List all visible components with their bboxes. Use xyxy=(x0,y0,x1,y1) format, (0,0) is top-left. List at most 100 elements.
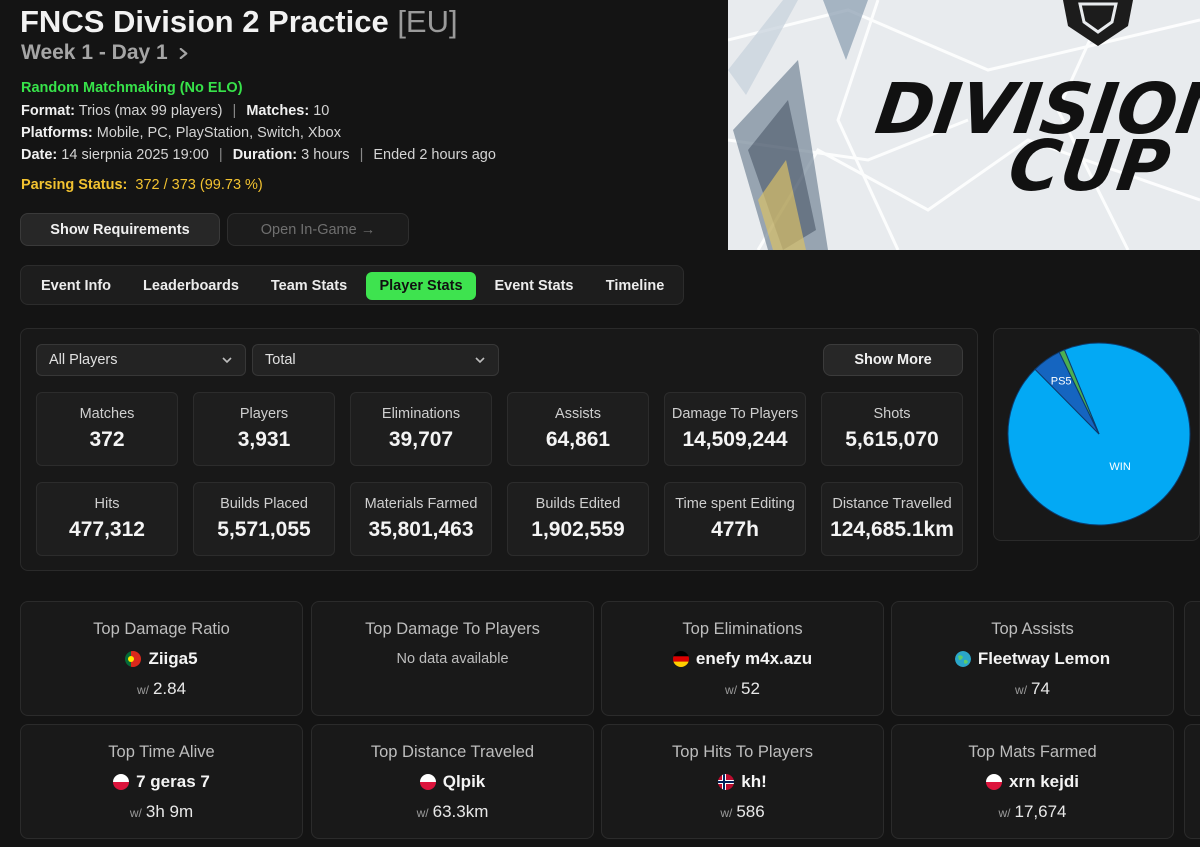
top-card-value-line: w/3h 9m xyxy=(21,802,302,822)
players-filter-select[interactable]: All Players xyxy=(36,344,246,376)
duration-label: Duration: xyxy=(232,147,298,163)
format-line: Format: Trios (max 99 players) | Matches… xyxy=(21,103,329,119)
open-in-game-button[interactable]: Open In-Game → xyxy=(227,213,409,246)
top-card-player[interactable]: enefy m4x.azu xyxy=(602,649,883,669)
event-region: [EU] xyxy=(397,4,458,39)
tab-timeline[interactable]: Timeline xyxy=(593,272,677,300)
platform-chart-panel: WIN PS5 xyxy=(993,328,1200,541)
tab-player-stats[interactable]: Player Stats xyxy=(366,272,476,300)
stat-label: Time spent Editing xyxy=(675,496,795,512)
top-card-title: Top Eliminations xyxy=(682,620,803,638)
stat-label: Materials Farmed xyxy=(364,496,478,512)
parsing-status: Parsing Status: 372 / 373 (99.73 %) xyxy=(21,177,263,193)
mode-filter-select[interactable]: Total xyxy=(252,344,499,376)
tab-event-stats[interactable]: Event Stats xyxy=(483,272,585,300)
players-filter-value: All Players xyxy=(49,352,118,368)
top-card-value: 52 xyxy=(741,679,760,698)
top-card-eliminations: Top Eliminations enefy m4x.azu w/52 xyxy=(601,601,884,716)
portugal-flag-icon xyxy=(125,651,142,667)
top-card-prefix: w/ xyxy=(725,683,738,697)
top-card-value-line: w/74 xyxy=(892,679,1173,699)
top-card-prefix: w/ xyxy=(129,806,142,820)
top-card-player-name: xrn kejdi xyxy=(1009,772,1079,791)
stat-value: 5,615,070 xyxy=(845,428,939,451)
top-card-player-name: Ziiga5 xyxy=(148,649,198,668)
stat-label: Hits xyxy=(94,496,120,512)
show-more-button[interactable]: Show More xyxy=(823,344,963,376)
stat-card-materials-farmed: Materials Farmed 35,801,463 xyxy=(350,482,492,556)
stat-label: Builds Edited xyxy=(535,496,621,512)
stat-value: 3,931 xyxy=(237,428,291,451)
chevron-down-icon xyxy=(222,357,232,364)
top-card-distance-traveled: Top Distance Traveled Qlpik w/63.3km xyxy=(311,724,594,839)
top-card-player[interactable]: xrn kejdi xyxy=(892,772,1173,792)
top-card-player[interactable]: Fleetway Lemon xyxy=(892,649,1173,669)
top-card-value-line: w/63.3km xyxy=(312,802,593,822)
top-card-value: 17,674 xyxy=(1014,802,1067,821)
platforms-value: Mobile, PC, PlayStation, Switch, Xbox xyxy=(96,125,341,141)
stat-card-shots: Shots 5,615,070 xyxy=(821,392,963,466)
matches-label: Matches: xyxy=(246,103,310,119)
stat-label: Assists xyxy=(555,406,601,422)
banner-art: DIVISION CUP xyxy=(728,0,1200,250)
tab-event-info[interactable]: Event Info xyxy=(29,272,123,300)
top-card-player[interactable]: Qlpik xyxy=(312,772,593,792)
top-card-value: 2.84 xyxy=(152,679,187,698)
tab-leaderboards[interactable]: Leaderboards xyxy=(131,272,251,300)
stat-label: Builds Placed xyxy=(220,496,308,512)
top-card-value-line: w/52 xyxy=(602,679,883,699)
top-card-hits-to-players: Top Hits To Players kh! w/586 xyxy=(601,724,884,839)
pie-label-win: WIN xyxy=(1109,461,1130,473)
date-label: Date: xyxy=(21,147,58,163)
top-card-damage-to-players: Top Damage To Players No data available xyxy=(311,601,594,716)
stat-value: 14,509,244 xyxy=(682,428,788,451)
poland-flag-icon xyxy=(113,774,130,790)
event-subtitle: Week 1 - Day 1 xyxy=(21,41,168,64)
matchmaking-label: Random Matchmaking (No ELO) xyxy=(21,80,243,96)
stat-label: Players xyxy=(239,406,289,422)
top-card-title: Top Damage To Players xyxy=(365,620,540,638)
top-card-overflow xyxy=(1184,724,1200,839)
platform-pie-chart: WIN PS5 xyxy=(1007,342,1191,526)
date-line: Date: 14 sierpnia 2025 19:00 | Duration:… xyxy=(21,147,496,163)
top-card-player-name: Qlpik xyxy=(442,772,486,791)
top-card-value: 3h 9m xyxy=(145,802,194,821)
germany-flag-icon xyxy=(672,651,689,667)
top-card-value: 586 xyxy=(736,802,765,821)
top-card-time-alive: Top Time Alive 7 geras 7 w/3h 9m xyxy=(20,724,303,839)
norway-flag-icon xyxy=(718,774,735,790)
stat-label: Eliminations xyxy=(381,406,461,422)
top-card-prefix: w/ xyxy=(136,683,149,697)
date-value: 14 sierpnia 2025 19:00 xyxy=(61,147,209,163)
stat-label: Distance Travelled xyxy=(832,496,952,512)
top-card-player[interactable]: Ziiga5 xyxy=(21,649,302,669)
matches-value: 10 xyxy=(313,103,330,119)
top-card-mats-farmed: Top Mats Farmed xrn kejdi w/17,674 xyxy=(891,724,1174,839)
top-card-prefix: w/ xyxy=(998,806,1011,820)
platforms-label: Platforms: xyxy=(21,125,93,141)
separator: | xyxy=(218,147,223,163)
top-card-player[interactable]: kh! xyxy=(602,772,883,792)
top-card-player[interactable]: 7 geras 7 xyxy=(21,772,302,792)
stat-value: 64,861 xyxy=(545,428,611,451)
format-value: Trios (max 99 players) xyxy=(78,103,223,119)
event-subtitle-link[interactable]: Week 1 - Day 1 xyxy=(21,41,189,65)
stat-card-damage-to-players: Damage To Players 14,509,244 xyxy=(664,392,806,466)
format-label: Format: xyxy=(21,103,75,119)
top-card-overflow xyxy=(1184,601,1200,716)
division-cup-banner: DIVISION CUP xyxy=(728,0,1200,250)
tab-team-stats[interactable]: Team Stats xyxy=(259,272,359,300)
pie-label-ps5: PS5 xyxy=(1051,376,1072,388)
stat-value: 477h xyxy=(711,518,759,541)
stat-card-assists: Assists 64,861 xyxy=(507,392,649,466)
stat-card-time-spent-editing: Time spent Editing 477h xyxy=(664,482,806,556)
top-card-player-name: Fleetway Lemon xyxy=(977,649,1111,668)
parsing-label: Parsing Status: xyxy=(21,177,128,193)
stat-value: 124,685.1km xyxy=(830,518,954,541)
top-card-prefix: w/ xyxy=(1015,683,1028,697)
stat-card-builds-edited: Builds Edited 1,902,559 xyxy=(507,482,649,556)
top-card-title: Top Distance Traveled xyxy=(370,743,535,761)
top-card-value: 74 xyxy=(1031,679,1050,698)
stat-card-hits: Hits 477,312 xyxy=(36,482,178,556)
show-requirements-button[interactable]: Show Requirements xyxy=(20,213,220,246)
